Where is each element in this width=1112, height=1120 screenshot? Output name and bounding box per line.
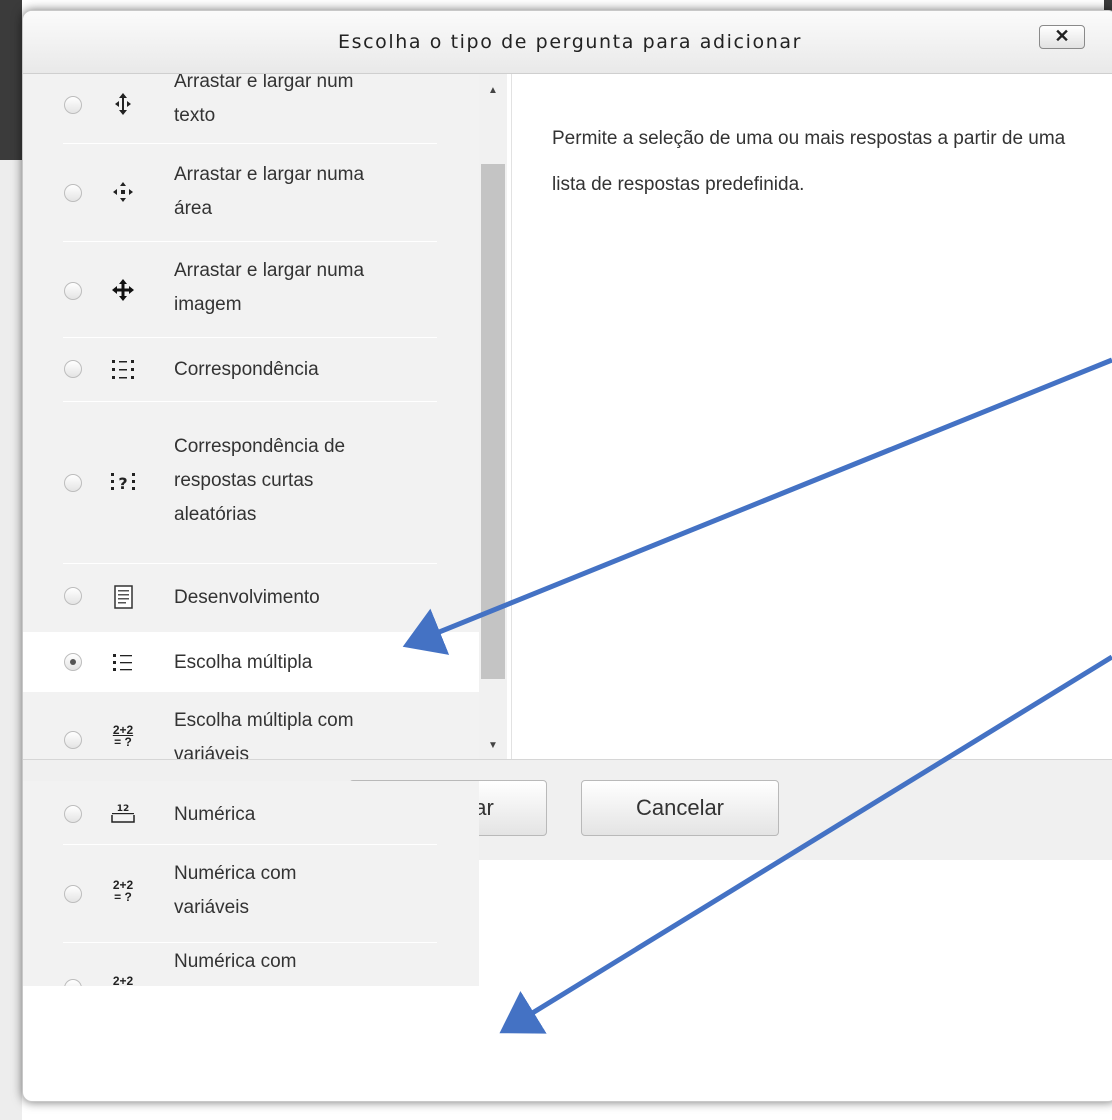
dialog-title: Escolha o tipo de pergunta para adiciona… bbox=[337, 31, 802, 53]
description-panel: Permite a seleção de uma ou mais respost… bbox=[511, 74, 1112, 759]
option-calculated-simple[interactable]: 2+2 Numérica com bbox=[23, 943, 479, 986]
scroll-thumb[interactable] bbox=[481, 164, 505, 679]
option-label-line1: Numérica com bbox=[174, 863, 297, 884]
option-label-line2: variáveis bbox=[174, 897, 249, 918]
cancel-button[interactable]: Cancelar bbox=[581, 780, 779, 836]
calculated-simple-icon: 2+2 bbox=[109, 975, 137, 986]
radio-calculated-simple[interactable] bbox=[64, 979, 82, 986]
backdrop-light bbox=[0, 160, 22, 1120]
option-label: Numérica bbox=[174, 804, 256, 825]
question-type-list-lower: 12 Numérica 2+2 = ? Numérica com variáve… bbox=[23, 781, 479, 986]
radio-calculated[interactable] bbox=[64, 885, 82, 903]
option-calculated[interactable]: 2+2 = ? Numérica com variáveis bbox=[23, 845, 479, 943]
question-type-description: Permite a seleção de uma ou mais respost… bbox=[552, 128, 1066, 195]
backdrop-dark bbox=[0, 0, 22, 160]
scroll-up-arrow-icon[interactable]: ▲ bbox=[479, 80, 507, 102]
option-list-scrollbar[interactable]: ▲ ▼ bbox=[479, 74, 507, 759]
option-numerical[interactable]: 12 Numérica bbox=[23, 781, 479, 845]
question-type-list-continued bbox=[23, 73, 479, 758]
numerical-icon: 12 bbox=[109, 799, 137, 827]
scroll-down-arrow-icon[interactable]: ▼ bbox=[479, 735, 507, 757]
calculated-icon: 2+2 = ? bbox=[109, 879, 137, 907]
icon-text-bottom: = ? bbox=[114, 890, 132, 904]
radio-numerical[interactable] bbox=[64, 805, 82, 823]
close-button[interactable]: ✕ bbox=[1039, 25, 1085, 49]
close-icon[interactable]: ✕ bbox=[1054, 26, 1069, 46]
option-label: Numérica com bbox=[174, 951, 297, 972]
numerical-icon-text: 12 bbox=[117, 804, 130, 814]
icon-text-top: 2+2 bbox=[112, 974, 134, 986]
dialog-titlebar: Escolha o tipo de pergunta para adiciona… bbox=[23, 11, 1112, 74]
